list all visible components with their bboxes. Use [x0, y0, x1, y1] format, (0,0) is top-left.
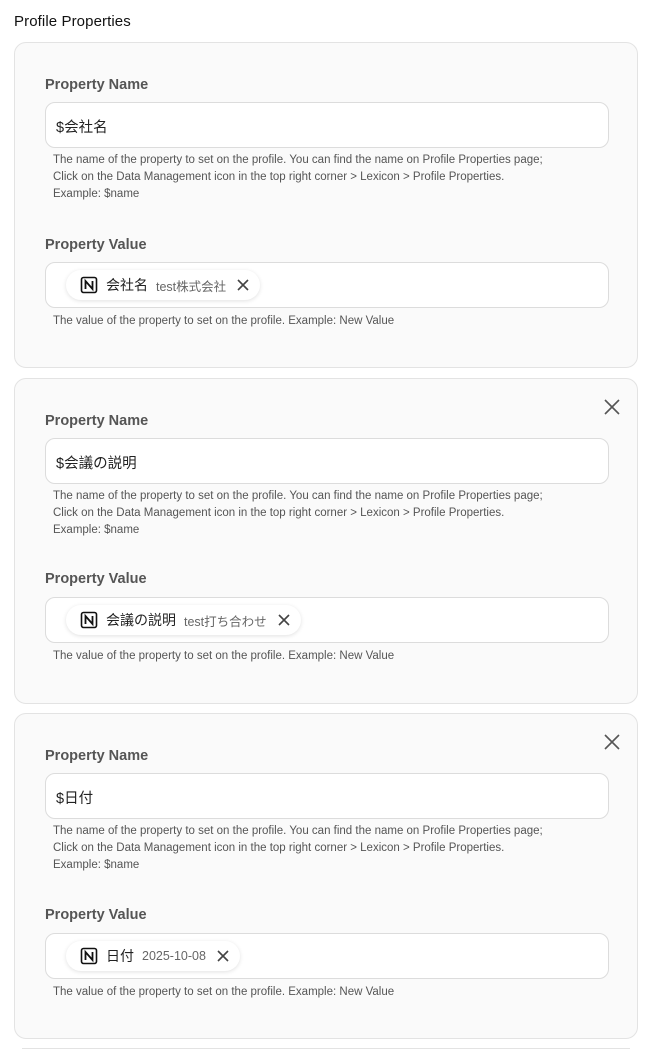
variable-chip[interactable]: 日付 2025-10-08 — [66, 941, 240, 971]
remove-card-close-icon[interactable] — [603, 398, 621, 416]
property-name-input[interactable]: $日付 — [45, 773, 609, 819]
section-title: Profile Properties — [14, 13, 131, 30]
property-name-help: The name of the property to set on the p… — [53, 152, 623, 203]
divider — [22, 1048, 630, 1049]
property-card: Property Name $会社名 The name of the prope… — [14, 42, 638, 368]
remove-card-close-icon[interactable] — [603, 733, 621, 751]
property-name-input[interactable]: $会議の説明 — [45, 438, 609, 484]
property-card: Property Name $日付 The name of the proper… — [14, 713, 638, 1039]
property-name-help: The name of the property to set on the p… — [53, 488, 623, 539]
help-line: Click on the Data Management icon in the… — [53, 507, 505, 519]
property-value-input[interactable]: 会議の説明 test打ち合わせ — [45, 597, 609, 643]
variable-chip[interactable]: 会議の説明 test打ち合わせ — [66, 605, 301, 635]
chip-remove-icon[interactable] — [277, 613, 291, 627]
chip-label: 会社名 — [106, 277, 148, 293]
chip-label: 日付 — [106, 948, 134, 964]
property-value-label: Property Value — [45, 237, 147, 253]
property-value-label: Property Value — [45, 571, 147, 587]
notion-icon — [80, 611, 98, 629]
property-name-help: The name of the property to set on the p… — [53, 823, 623, 874]
property-name-value: $会社名 — [56, 120, 108, 136]
property-value-help: The value of the property to set on the … — [53, 650, 395, 662]
notion-icon — [80, 947, 98, 965]
help-line: Example: $name — [53, 524, 140, 536]
property-name-label: Property Name — [45, 748, 149, 764]
help-line: The name of the property to set on the p… — [53, 490, 543, 502]
chip-label: 会議の説明 — [106, 612, 176, 628]
property-value-help: The value of the property to set on the … — [53, 315, 395, 327]
property-name-value: $日付 — [56, 791, 94, 807]
property-name-value: $会議の説明 — [56, 456, 137, 472]
help-line: The name of the property to set on the p… — [53, 154, 543, 166]
property-value-help: The value of the property to set on the … — [53, 986, 395, 998]
property-value-input[interactable]: 日付 2025-10-08 — [45, 933, 609, 979]
property-value-label: Property Value — [45, 907, 147, 923]
chip-value: 2025-10-08 — [142, 949, 206, 963]
help-line: Click on the Data Management icon in the… — [53, 842, 505, 854]
chip-remove-icon[interactable] — [216, 949, 230, 963]
notion-icon — [80, 276, 98, 294]
chip-remove-icon[interactable] — [236, 278, 250, 292]
property-value-input[interactable]: 会社名 test株式会社 — [45, 262, 609, 308]
help-line: The name of the property to set on the p… — [53, 825, 543, 837]
help-line: Click on the Data Management icon in the… — [53, 171, 505, 183]
variable-chip[interactable]: 会社名 test株式会社 — [66, 270, 261, 300]
property-name-label: Property Name — [45, 77, 149, 93]
chip-value: test株式会社 — [156, 279, 227, 294]
chip-value: test打ち合わせ — [184, 614, 267, 629]
help-line: Example: $name — [53, 859, 140, 871]
property-card: Property Name $会議の説明 The name of the pro… — [14, 378, 638, 704]
property-name-label: Property Name — [45, 413, 149, 429]
property-name-input[interactable]: $会社名 — [45, 102, 609, 148]
help-line: Example: $name — [53, 188, 140, 200]
